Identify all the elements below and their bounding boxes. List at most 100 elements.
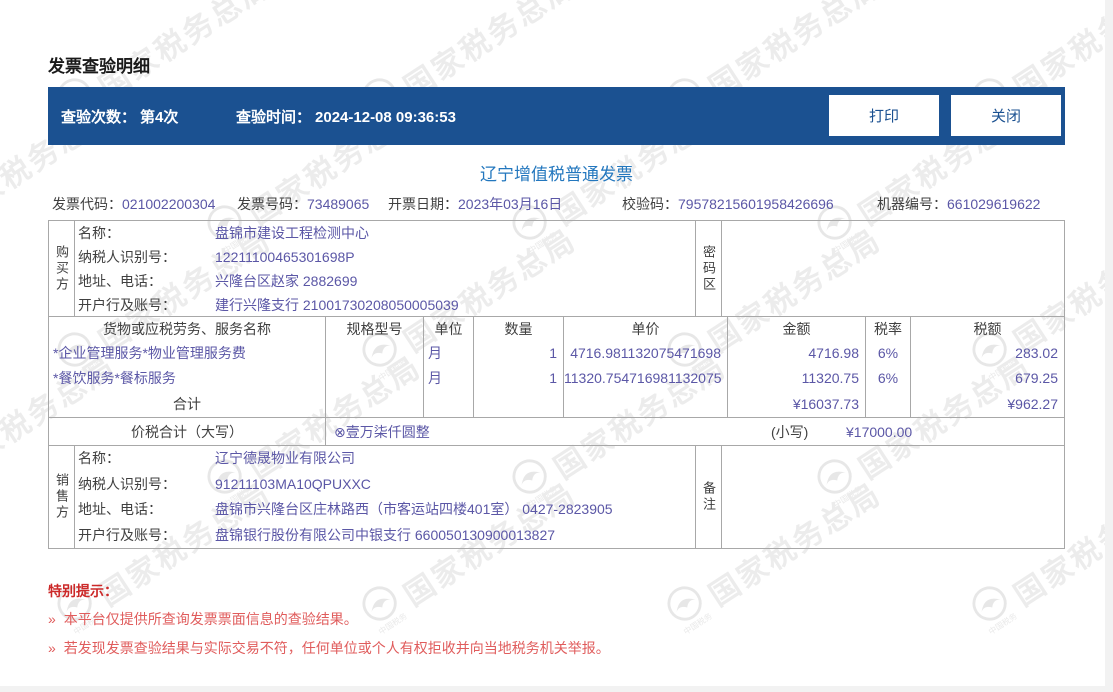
buyer-address-row: 地址、电话： 兴隆台区赵家 2882699 — [75, 269, 695, 293]
buyer-section: 购买方 名称： 盘锦市建设工程检测中心 纳税人识别号： 12211100465301… — [49, 221, 1064, 317]
seller-taxid-label: 纳税人识别号： — [78, 475, 176, 492]
col-header-amount: 金额 — [728, 317, 866, 341]
col-header-tax: 税额 — [973, 321, 1002, 337]
buyer-side-cell: 购买方 — [49, 221, 75, 317]
invoice-date-label: 开票日期： — [388, 196, 458, 212]
item-amount: 4716.98 — [728, 341, 866, 366]
total-price-empty — [564, 391, 728, 417]
notice-item: » 本平台仅提供所查询发票票面信息的查验结果。 — [48, 609, 358, 629]
check-time: 查验时间： 2024-12-08 09:36:53 — [236, 106, 456, 127]
item-rate: 6% — [866, 366, 911, 391]
item-name: *餐饮服务*餐标服务 — [49, 366, 326, 391]
seller-name-row: 名称： 辽宁德晟物业有限公司 — [75, 446, 695, 472]
total-qty-empty — [474, 391, 564, 417]
item-spec — [326, 366, 424, 391]
machine-number-value: 661029619622 — [947, 196, 1041, 212]
check-time-value: 2024-12-08 09:36:53 — [315, 109, 456, 126]
notice-item-text: 若发现发票查验结果与实际交易不符，任何单位或个人有权拒收并向当地税务机关举报。 — [63, 640, 610, 656]
grand-total-row: 价税合计（大写） ⊗壹万柒仟圆整 (小写) ¥17000.00 — [49, 418, 1064, 446]
buyer-taxid-row: 纳税人识别号： 12211100465301698P — [75, 245, 695, 269]
item-price: 4716.981132075471698 — [564, 341, 728, 366]
item-tax: 679.25 — [1015, 370, 1058, 386]
machine-number-label: 机器编号： — [877, 196, 947, 212]
total-tax: ¥962.27 — [1007, 396, 1058, 412]
item-name: *企业管理服务*物业管理服务费 — [49, 341, 326, 366]
item-unit: 月 — [424, 341, 474, 366]
seller-address-label: 地址、电话： — [78, 501, 162, 517]
invoice-number-label: 发票号码： — [237, 196, 307, 212]
buyer-address-label: 地址、电话： — [78, 273, 162, 289]
seller-taxid-row: 纳税人识别号： 91211103MA10QPUXXC — [75, 472, 695, 498]
seller-fields: 名称： 辽宁德晟物业有限公司 纳税人识别号： 91211103MA10QPUXXC … — [75, 446, 696, 548]
remark-label: 备注 — [701, 481, 716, 513]
invoice-code-label: 发票代码： — [52, 196, 122, 212]
item-tax: 283.02 — [1015, 345, 1058, 361]
remark-area — [722, 446, 1064, 548]
notice-title: 特别提示： — [48, 583, 118, 599]
buyer-taxid-value: 12211100465301698P — [215, 249, 355, 265]
remark-side-cell: 备注 — [696, 446, 722, 548]
total-row-label: 合计 — [49, 391, 326, 417]
seller-taxid-value: 91211103MA10QPUXXC — [215, 475, 371, 492]
grand-total-values: ⊗壹万柒仟圆整 (小写) ¥17000.00 — [326, 418, 1064, 446]
check-code-label: 校验码： — [622, 196, 678, 212]
item-qty: 1 — [474, 341, 564, 366]
grand-total-label: 价税合计（大写） — [49, 418, 326, 446]
close-button[interactable]: 关闭 — [951, 95, 1061, 136]
check-count: 查验次数： 第4次 — [61, 106, 178, 127]
print-button[interactable]: 打印 — [829, 95, 939, 136]
notice-marker-icon: » — [48, 611, 56, 627]
seller-address-row: 地址、电话： 盘锦市兴隆台区庄林路西（市客运站四楼401室） 0427-28239… — [75, 497, 695, 523]
seller-bank-value: 盘锦银行股份有限公司中银支行 660050130900013827 — [215, 526, 556, 543]
total-rate-empty — [866, 391, 911, 417]
invoice-code-value: 021002200304 — [122, 196, 216, 212]
password-side-cell: 密码区 — [696, 221, 722, 317]
scrollbar-track[interactable] — [1105, 0, 1113, 692]
machine-number: 机器编号：661029619622 — [877, 194, 1040, 214]
buyer-name-value: 盘锦市建设工程检测中心 — [215, 225, 369, 241]
notice-item-text: 本平台仅提供所查询发票票面信息的查验结果。 — [63, 611, 358, 627]
check-code-value: 79578215601958426696 — [678, 196, 834, 212]
col-header-name: 货物或应税劳务、服务名称 — [49, 317, 326, 341]
item-price: 11320.754716981132075 — [564, 366, 728, 391]
seller-side-label: 销售方 — [54, 473, 69, 521]
password-area-label: 密码区 — [701, 245, 716, 293]
invoice-title: 辽宁增值税普通发票 — [480, 165, 633, 184]
buyer-bank-label: 开户行及账号： — [78, 297, 176, 313]
item-rate: 6% — [866, 341, 911, 366]
seller-bank-label: 开户行及账号： — [78, 526, 176, 543]
items-table: 货物或应税劳务、服务名称 规格型号 单位 数量 单价 金额 税率 税额 *企业管… — [49, 317, 1064, 418]
seller-bank-row: 开户行及账号： 盘锦银行股份有限公司中银支行 660050130900013827 — [75, 523, 695, 549]
col-header-spec: 规格型号 — [326, 317, 424, 341]
check-count-value: 第4次 — [140, 109, 179, 126]
col-header-rate: 税率 — [866, 317, 911, 341]
buyer-side-label: 购买方 — [54, 245, 69, 293]
total-amount: ¥16037.73 — [728, 391, 866, 417]
seller-section: 销售方 名称： 辽宁德晟物业有限公司 纳税人识别号： 91211103MA10QPU… — [49, 446, 1064, 548]
check-time-label: 查验时间： — [236, 109, 312, 126]
invoice-table: 购买方 名称： 盘锦市建设工程检测中心 纳税人识别号： 12211100465301… — [48, 220, 1065, 549]
item-unit: 月 — [424, 366, 474, 391]
invoice-number-value: 73489065 — [307, 196, 370, 212]
check-code: 校验码：79578215601958426696 — [622, 194, 834, 214]
page-title: 发票查验明细 — [48, 57, 150, 76]
seller-address-value: 盘锦市兴隆台区庄林路西（市客运站四楼401室） 0427-2823905 — [215, 501, 613, 517]
notice-marker-icon: » — [48, 640, 56, 656]
verification-toolbar: 查验次数： 第4次 查验时间： 2024-12-08 09:36:53 打印 关闭 — [48, 87, 1065, 145]
invoice-code: 发票代码：021002200304 — [52, 194, 215, 214]
buyer-fields: 名称： 盘锦市建设工程检测中心 纳税人识别号： 12211100465301698P… — [75, 221, 696, 317]
check-count-label: 查验次数： — [61, 109, 137, 126]
notice-item: » 若发现发票查验结果与实际交易不符，任何单位或个人有权拒收并向当地税务机关举报。 — [48, 638, 610, 658]
invoice-date-value: 2023年03月16日 — [458, 196, 563, 212]
password-area — [722, 221, 1064, 317]
invoice-verification-page: 中国税务国家税务总局中国税务国家税务总局中国税务国家税务总局中国税务国家税务总局… — [0, 0, 1113, 692]
grand-total-small-label: (小写) — [771, 424, 809, 440]
total-unit-empty — [424, 391, 474, 417]
buyer-address-value: 兴隆台区赵家 2882699 — [215, 273, 358, 289]
item-spec — [326, 341, 424, 366]
seller-side-cell: 销售方 — [49, 446, 75, 548]
col-header-unit: 单位 — [424, 317, 474, 341]
buyer-name-label: 名称： — [78, 225, 120, 241]
invoice-number: 发票号码：73489065 — [237, 194, 369, 214]
col-header-qty: 数量 — [474, 317, 564, 341]
